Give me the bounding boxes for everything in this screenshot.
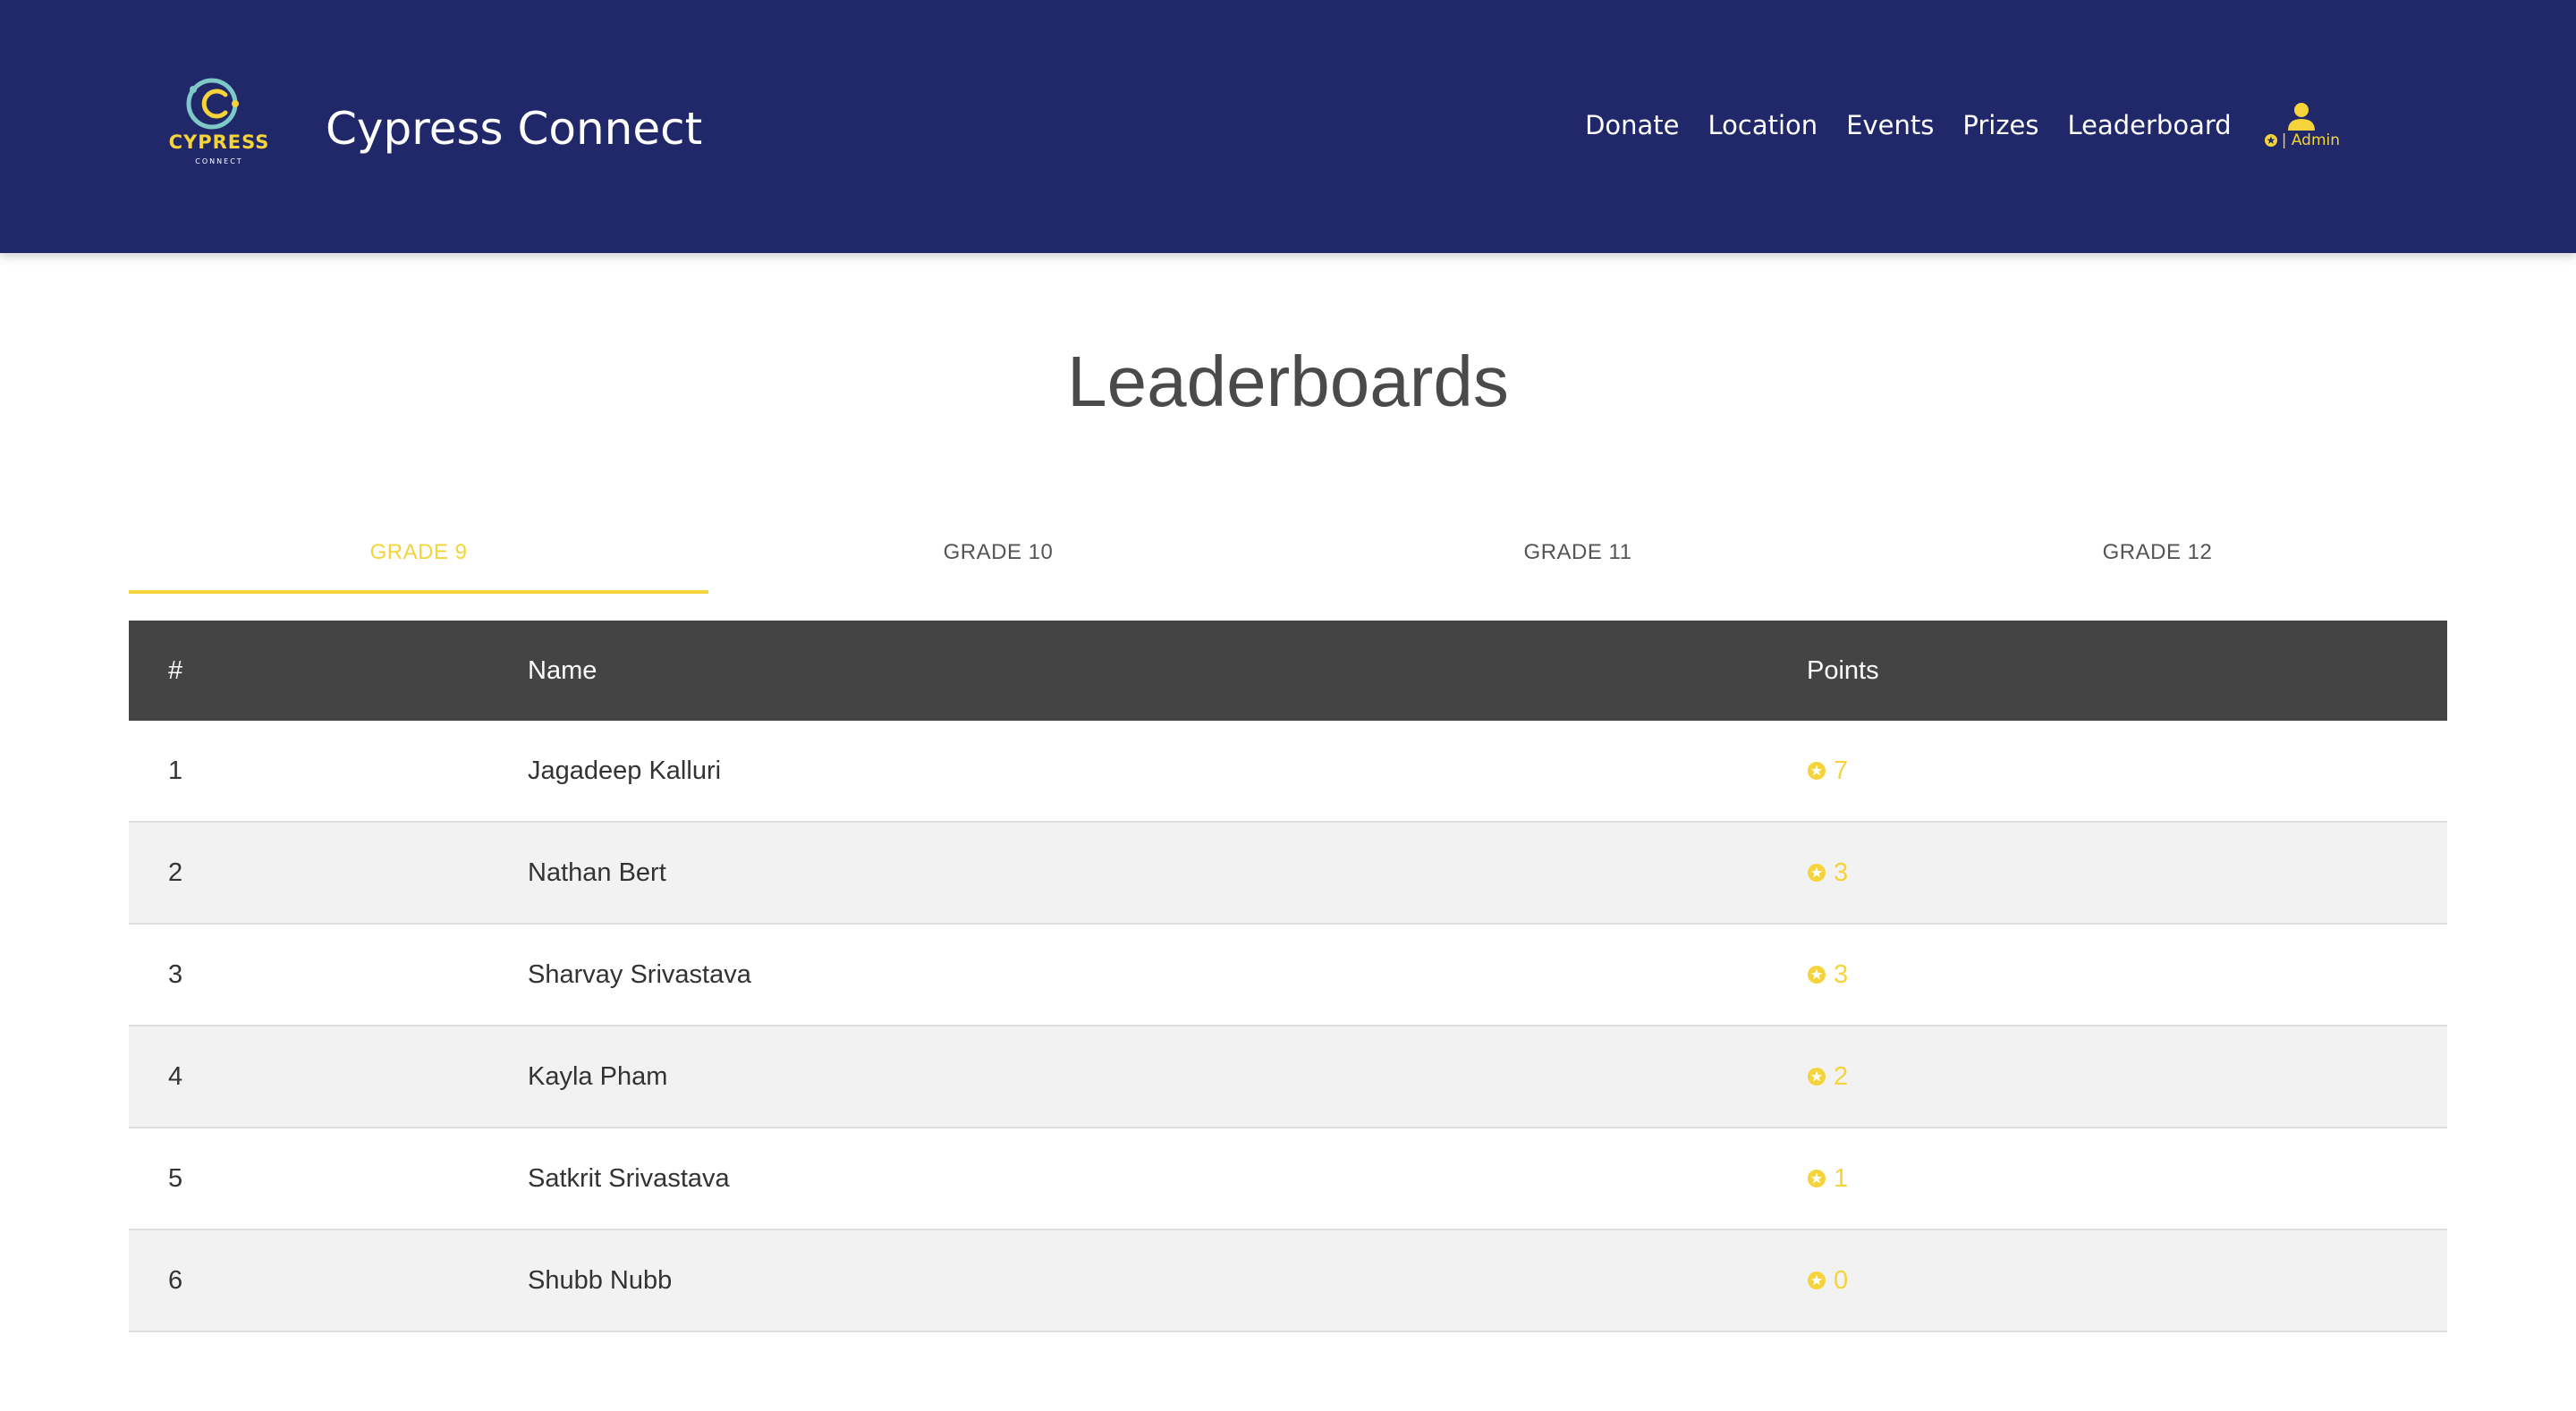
rank-cell: 2: [168, 858, 183, 887]
points-cell: 2: [1807, 1026, 2447, 1128]
star-circle-icon: [1808, 1068, 1826, 1086]
name-cell: Shubb Nubb: [528, 1265, 673, 1295]
nav-prizes[interactable]: Prizes: [1962, 98, 2038, 152]
page-title: Leaderboards: [1067, 342, 1509, 421]
nav-location[interactable]: Location: [1708, 98, 1818, 152]
points-cell: 0: [1807, 1229, 2447, 1331]
nav-leaderboard[interactable]: Leaderboard: [2068, 98, 2232, 152]
column-header-rank: #: [168, 655, 183, 685]
rank-cell: 1: [168, 756, 183, 785]
star-circle-icon: [2264, 134, 2277, 147]
points-cell: 3: [1807, 924, 2447, 1026]
points-value: 7: [1807, 721, 2447, 821]
rank-cell: 3: [168, 959, 183, 989]
tab-grade-10[interactable]: GRADE 10: [708, 511, 1288, 594]
points-number: 3: [1834, 858, 1849, 887]
points-number: 2: [1834, 1061, 1849, 1091]
points-cell: 1: [1807, 1128, 2447, 1229]
table-row[interactable]: 1 Jagadeep Kalluri 7: [129, 721, 2447, 822]
star-circle-icon: [1808, 864, 1826, 882]
star-circle-icon: [1808, 762, 1826, 780]
table-row[interactable]: 6 Shubb Nubb 0: [129, 1229, 2447, 1331]
star-circle-icon: [1808, 1170, 1826, 1187]
name-cell: Jagadeep Kalluri: [528, 756, 722, 785]
rank-cell: 4: [168, 1061, 183, 1091]
points-number: 1: [1834, 1163, 1849, 1193]
column-header-name: Name: [528, 655, 597, 685]
name-cell: Satkrit Srivastava: [528, 1163, 730, 1193]
star-circle-icon: [1808, 966, 1826, 984]
grade-tabs: GRADE 9 GRADE 10 GRADE 11 GRADE 12: [129, 511, 2447, 594]
points-value: 2: [1807, 1027, 2447, 1127]
column-header-points: Points: [1807, 655, 1879, 685]
points-cell: 3: [1807, 822, 2447, 924]
logo-text: CYPRESS: [169, 131, 270, 153]
table-row[interactable]: 3 Sharvay Srivastava 3: [129, 924, 2447, 1026]
name-cell: Kayla Pham: [528, 1061, 668, 1091]
table-body: 1 Jagadeep Kalluri 7 2 Nathan Bert 3 3 Sharvay …: [129, 721, 2447, 1331]
star-circle-icon: [1808, 1272, 1826, 1289]
brand-title[interactable]: Cypress Connect: [326, 97, 702, 161]
points-cell: 7: [1807, 721, 2447, 822]
name-cell: Sharvay Srivastava: [528, 959, 751, 989]
logo-icon: CYPRESS CONNECT: [169, 78, 270, 165]
points-number: 3: [1834, 959, 1849, 989]
account-menu[interactable]: | Admin: [2264, 101, 2340, 149]
cypress-logo[interactable]: CYPRESS CONNECT: [161, 77, 277, 175]
tab-grade-9[interactable]: GRADE 9: [129, 511, 708, 594]
tab-grade-12[interactable]: GRADE 12: [1868, 511, 2447, 594]
points-value: 3: [1807, 925, 2447, 1025]
nav-events[interactable]: Events: [1846, 98, 1934, 152]
points-value: 3: [1807, 823, 2447, 923]
user-icon: [2288, 103, 2316, 131]
rank-cell: 6: [168, 1265, 183, 1295]
table-row[interactable]: 4 Kayla Pham 2: [129, 1026, 2447, 1128]
table-header-row: # Name Points: [129, 621, 2447, 721]
account-role-label: | Admin: [2281, 131, 2340, 149]
main-nav: Donate Location Events Prizes Leaderboar…: [1585, 98, 2340, 152]
table-row[interactable]: 5 Satkrit Srivastava 1: [129, 1128, 2447, 1229]
rank-cell: 5: [168, 1163, 183, 1193]
nav-donate[interactable]: Donate: [1585, 98, 1679, 152]
logo-subtext: CONNECT: [195, 157, 242, 165]
account-label-row: | Admin: [2264, 131, 2340, 149]
points-value: 1: [1807, 1128, 2447, 1229]
tab-grade-11[interactable]: GRADE 11: [1288, 511, 1868, 594]
site-header: CYPRESS CONNECT Cypress Connect Donate L…: [0, 0, 2576, 253]
name-cell: Nathan Bert: [528, 858, 666, 887]
leaderboard-table: # Name Points 1 Jagadeep Kalluri 7 2 Nathan …: [129, 621, 2447, 1332]
points-value: 0: [1807, 1230, 2447, 1331]
points-number: 7: [1834, 756, 1849, 785]
table-row[interactable]: 2 Nathan Bert 3: [129, 822, 2447, 924]
points-number: 0: [1834, 1265, 1849, 1295]
